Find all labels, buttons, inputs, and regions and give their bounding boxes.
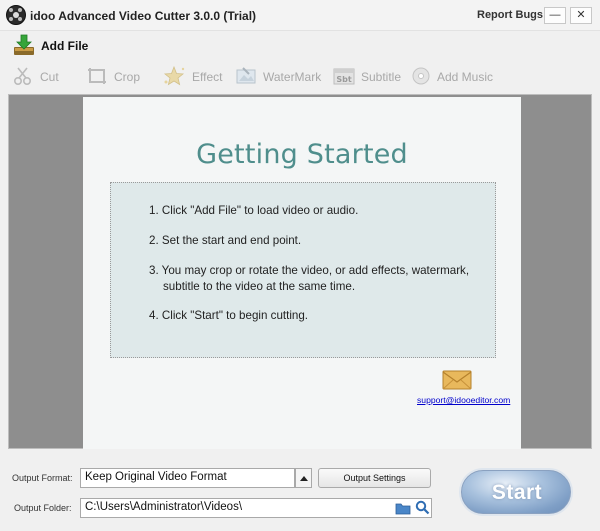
main-toolbar: Add File [0, 31, 600, 61]
getting-started-panel: Getting Started 1. Click "Add File" to l… [83, 97, 521, 449]
cut-button[interactable]: Cut [12, 66, 59, 88]
download-arrow-icon [12, 34, 36, 59]
close-button[interactable]: ✕ [570, 7, 592, 24]
watermark-label: WaterMark [263, 70, 322, 84]
step-3-continued: subtitle to the video at the same time. [163, 280, 356, 293]
step-4: 4. Click "Start" to begin cutting. [149, 309, 309, 322]
step-2: 2. Set the start and end point. [149, 234, 302, 247]
add-file-label: Add File [41, 39, 89, 53]
output-format-label: Output Format: [12, 473, 73, 483]
chevron-up-icon[interactable] [295, 468, 312, 488]
window-title: idoo Advanced Video Cutter 3.0.0 (Trial) [30, 9, 257, 23]
folder-icon[interactable] [395, 501, 411, 518]
subtitle-label: Subtitle [361, 70, 402, 84]
effect-label: Effect [192, 70, 223, 84]
output-settings-button[interactable]: Output Settings [318, 468, 431, 488]
music-disc-icon [411, 66, 431, 89]
crop-icon [86, 66, 108, 89]
instructions-box: 1. Click "Add File" to load video or aud… [110, 182, 496, 358]
add-music-button[interactable]: Add Music [411, 66, 493, 88]
output-settings-area: Output Format: Keep Original Video Forma… [0, 456, 600, 531]
preview-panel: Getting Started 1. Click "Add File" to l… [8, 94, 592, 449]
start-label: Start [491, 481, 543, 504]
report-bugs-link[interactable]: Report Bugs [477, 9, 543, 21]
watermark-icon [235, 66, 257, 89]
search-icon[interactable] [415, 500, 430, 518]
edit-toolbar: Cut Crop Effect WaterMark Sbt Subtitle A… [0, 61, 600, 91]
effect-button[interactable]: Effect [162, 65, 223, 89]
envelope-icon[interactable] [442, 369, 472, 394]
getting-started-heading: Getting Started [196, 139, 408, 170]
crop-button[interactable]: Crop [86, 66, 140, 88]
subtitle-icon: Sbt [333, 66, 355, 89]
watermark-button[interactable]: WaterMark [235, 66, 321, 88]
svg-text:Sbt: Sbt [336, 75, 351, 84]
cut-label: Cut [40, 70, 59, 84]
scissors-icon [12, 66, 34, 89]
title-bar: idoo Advanced Video Cutter 3.0.0 (Trial)… [0, 0, 600, 31]
output-folder-label: Output Folder: [14, 503, 72, 513]
subtitle-button[interactable]: Sbt Subtitle [333, 66, 401, 88]
add-file-button[interactable]: Add File [10, 33, 94, 59]
output-format-select[interactable]: Keep Original Video Format [80, 468, 295, 488]
step-1: 1. Click "Add File" to load video or aud… [149, 204, 359, 217]
start-button[interactable]: Start [461, 470, 571, 514]
minimize-button[interactable]: — [544, 7, 566, 24]
output-folder-input[interactable]: C:\Users\Administrator\Videos\ [80, 498, 432, 518]
step-3: 3. You may crop or rotate the video, or … [149, 264, 470, 277]
add-music-label: Add Music [437, 70, 494, 84]
star-icon [162, 65, 186, 89]
support-email-link[interactable]: support@idooeditor.com [417, 395, 510, 405]
film-reel-icon [6, 5, 26, 25]
crop-label: Crop [114, 70, 141, 84]
